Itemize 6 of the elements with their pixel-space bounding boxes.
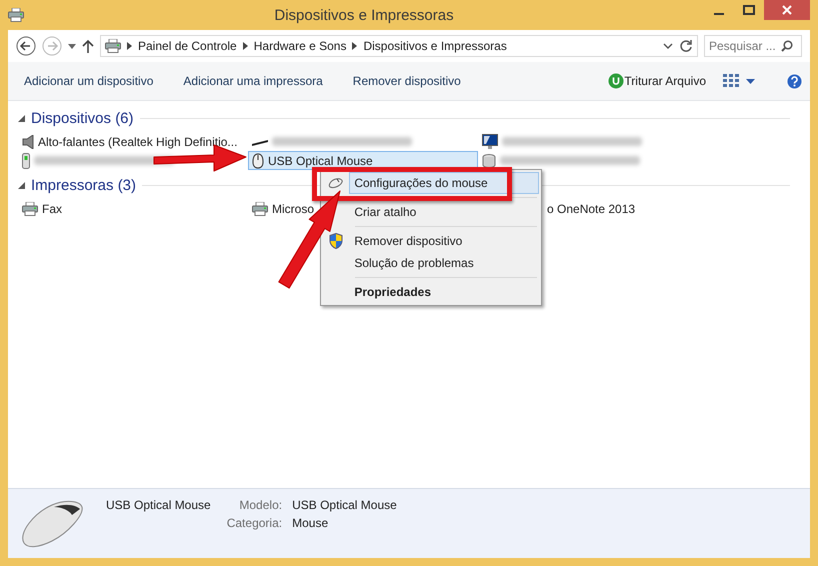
property-value: USB Optical Mouse [292, 498, 397, 512]
device-name: USB Optical Mouse [106, 498, 211, 512]
property-label: Modelo: [238, 498, 282, 512]
property-value: Mouse [292, 516, 330, 530]
window-title: Dispositivos e Impressoras [273, 6, 455, 24]
property-label: Categoria: [226, 516, 282, 530]
